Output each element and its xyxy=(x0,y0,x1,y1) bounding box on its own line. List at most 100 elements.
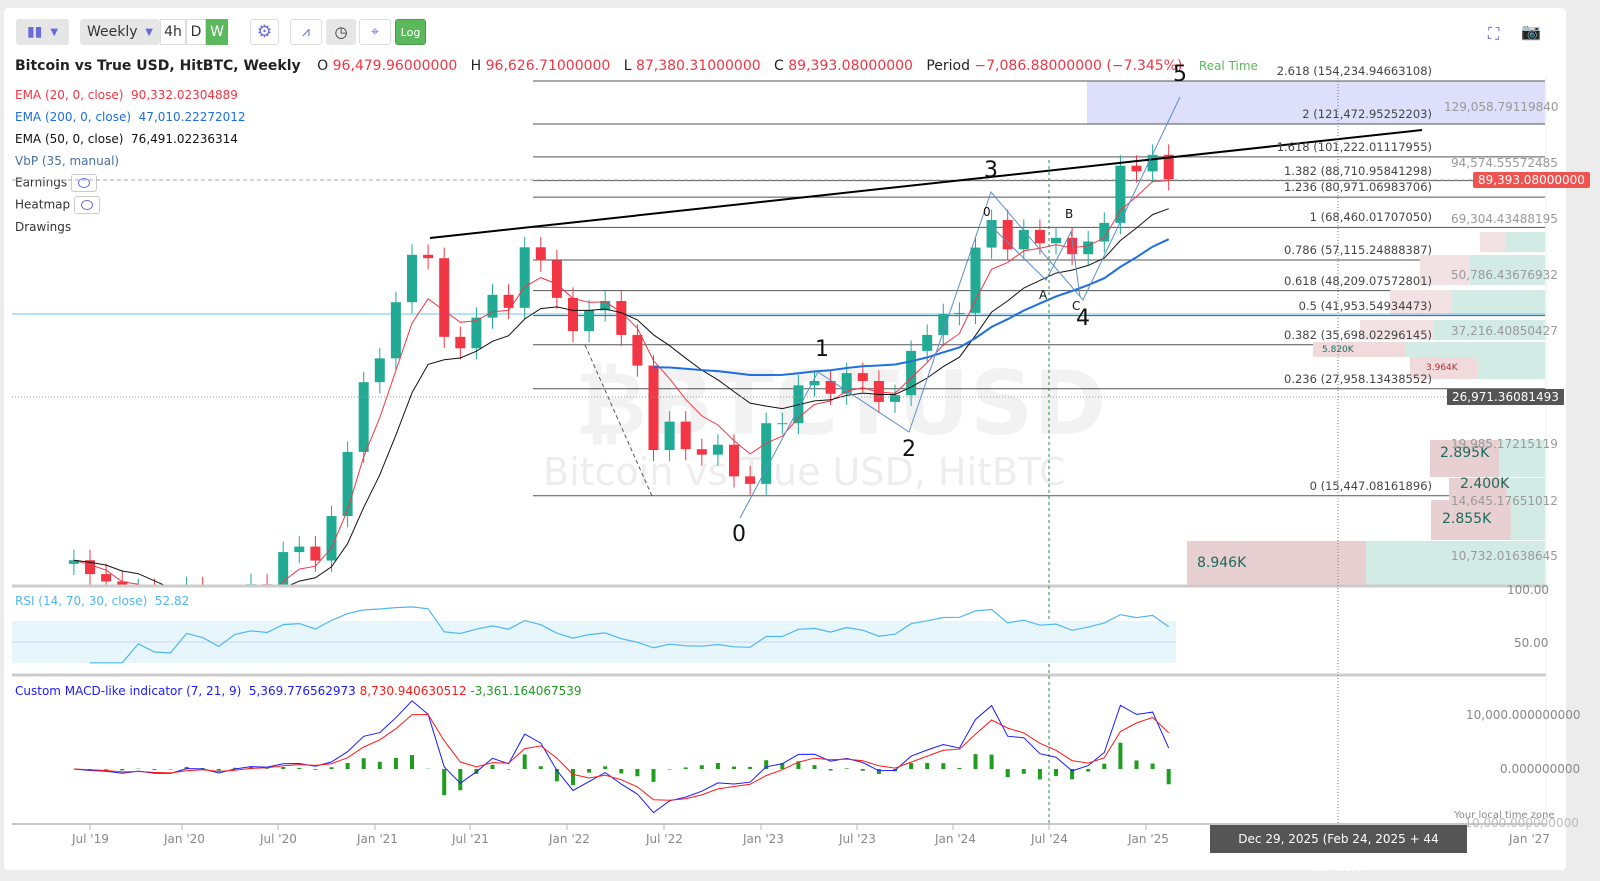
candle-body xyxy=(649,366,659,450)
macd-axis-label: 10,000.000000000 xyxy=(1466,708,1581,722)
candle-body xyxy=(568,298,578,331)
correction-label-a: A xyxy=(1039,288,1047,302)
fib-level-label: 0.236 (27,958.13438552) xyxy=(1132,372,1432,386)
time-axis-label: Jan '22 xyxy=(549,832,590,846)
macd-histogram-bar xyxy=(845,768,849,769)
fib-level-label: 1.236 (80,971.06983706) xyxy=(1132,180,1432,194)
vbp-bar-buy xyxy=(1506,232,1545,252)
fib-level-label: 0.382 (35,698.02296145) xyxy=(1132,328,1432,342)
macd-histogram-bar xyxy=(1151,764,1155,769)
macd-histogram-bar xyxy=(410,755,414,769)
candle-body xyxy=(327,516,337,561)
macd-histogram-bar xyxy=(684,767,688,769)
candle-body xyxy=(1083,242,1093,255)
wave-label-1: 1 xyxy=(815,337,829,362)
vbp-bar-buy xyxy=(1452,290,1545,315)
rsi-legend[interactable]: RSI (14, 70, 30, close) 52.82 xyxy=(15,594,189,608)
candle-body xyxy=(359,382,369,452)
candle-body xyxy=(729,445,739,477)
macd-histogram-bar xyxy=(217,769,221,771)
macd-histogram-bar xyxy=(587,769,591,773)
candle-body xyxy=(745,476,755,483)
macd-histogram-bar xyxy=(394,758,398,769)
price-chart[interactable] xyxy=(0,0,1600,878)
macd-histogram-bar xyxy=(619,769,623,773)
time-axis-label: Jan '23 xyxy=(743,832,784,846)
macd-histogram-bar xyxy=(668,769,672,770)
macd-histogram-bar xyxy=(1006,769,1010,777)
time-axis-label: Jan '27 xyxy=(1509,832,1550,846)
time-axis-label: Jan '25 xyxy=(1128,832,1169,846)
candle-body xyxy=(584,310,594,331)
candle-body xyxy=(536,247,546,260)
macd-histogram-bar xyxy=(716,763,720,769)
dashed-projection-line xyxy=(585,345,652,496)
macd-histogram-bar xyxy=(974,754,978,769)
macd-histogram-bar xyxy=(378,762,382,769)
price-axis-label: 19,985.17215119 xyxy=(1451,437,1558,451)
candle-body xyxy=(632,335,642,366)
macd-histogram-bar xyxy=(1135,760,1139,769)
macd-histogram-bar xyxy=(925,763,929,769)
macd-histogram-bar xyxy=(1086,769,1090,772)
macd-histogram-bar xyxy=(1118,743,1122,769)
fib-level-label: 0.5 (41,953.54934473) xyxy=(1132,299,1432,313)
macd-histogram-bar xyxy=(491,765,495,769)
macd-histogram-bar xyxy=(652,769,656,782)
ema50-line xyxy=(74,209,1169,599)
candle-body xyxy=(294,547,304,552)
wave-label-3: 3 xyxy=(984,158,998,183)
timezone-label[interactable]: Your local time zone xyxy=(1454,810,1555,821)
candle-body xyxy=(697,449,707,454)
macd-histogram-bar xyxy=(297,768,301,769)
last-price-badge: 89,393.08000000 xyxy=(1473,172,1590,188)
macd-histogram-bar xyxy=(265,768,269,769)
wave-label-0: 0 xyxy=(732,522,746,547)
macd-histogram-bar xyxy=(813,765,817,769)
candle-body xyxy=(713,445,723,455)
macd-histogram-bar xyxy=(1167,769,1171,784)
candle-body xyxy=(471,318,481,349)
rsi-axis-label: 100.00 xyxy=(1507,583,1549,597)
price-axis-label: 37,216.40850427 xyxy=(1451,324,1558,338)
macd-histogram-bar xyxy=(1022,769,1026,774)
price-axis-label: 10,732.01638645 xyxy=(1451,549,1558,563)
crosshair-price-badge: 26,971.36081493 xyxy=(1447,389,1564,405)
candle-body xyxy=(343,452,353,516)
macd-histogram-bar xyxy=(748,767,752,769)
candle-body xyxy=(407,255,417,302)
fib-level-label: 0 (15,447.08161896) xyxy=(1132,479,1432,493)
crosshair-time-badge: Dec 29, 2025 (Feb 24, 2025 + 44 candles)… xyxy=(1210,825,1467,853)
candle-body xyxy=(439,258,449,337)
candle-body xyxy=(971,248,981,313)
candle-body xyxy=(681,422,691,450)
vbp-label: 3.964K xyxy=(1426,363,1458,373)
macd-histogram-bar xyxy=(861,769,865,771)
candle-body xyxy=(777,423,787,424)
macd-histogram-bar xyxy=(313,769,317,770)
candle-body xyxy=(520,247,530,308)
time-axis-label: Jul '24 xyxy=(1031,832,1068,846)
fib-level-label: 0.618 (48,209.07572801) xyxy=(1132,274,1432,288)
candle-body xyxy=(616,301,626,335)
vbp-label: 2.400K xyxy=(1460,476,1509,492)
macd-histogram-bar xyxy=(539,766,543,769)
time-axis-label: Jul '22 xyxy=(646,832,683,846)
macd-histogram-bar xyxy=(507,769,511,770)
candle-body xyxy=(1051,238,1061,243)
macd-legend[interactable]: Custom MACD-like indicator (7, 21, 9) 5,… xyxy=(15,684,582,698)
fib-level-label: 2 (121,472.95252203) xyxy=(1132,107,1432,121)
wave-label-5: 5 xyxy=(1173,62,1187,87)
macd-histogram-bar xyxy=(346,763,350,769)
time-axis-label: Jul '21 xyxy=(452,832,489,846)
candle-body xyxy=(922,335,932,351)
candle-body xyxy=(954,313,964,314)
time-axis-label: Jan '20 xyxy=(164,832,205,846)
macd-histogram-bar xyxy=(1102,764,1106,769)
correction-label-0: 0 xyxy=(983,205,991,219)
macd-histogram-bar xyxy=(458,769,462,790)
macd-histogram-bar xyxy=(1038,769,1042,779)
correction-label-b: B xyxy=(1065,207,1073,221)
macd-histogram-bar xyxy=(829,769,833,771)
macd-line xyxy=(74,701,1169,813)
